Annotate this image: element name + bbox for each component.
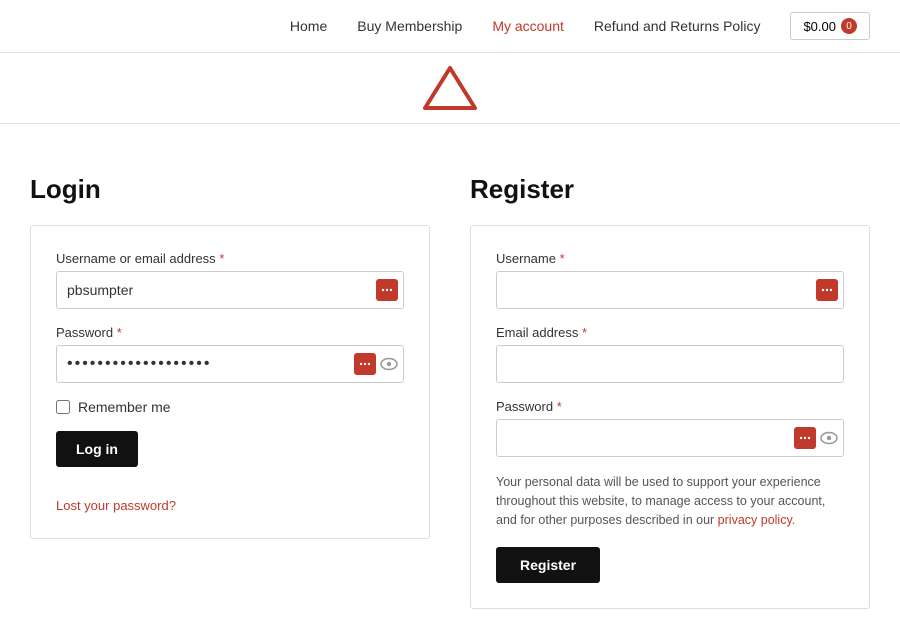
remember-row: Remember me <box>56 399 404 415</box>
reg-email-input-wrapper <box>496 345 844 383</box>
reg-email-label: Email address * <box>496 325 844 340</box>
password-extra-icon[interactable] <box>354 353 376 375</box>
register-section: Register Username * Em <box>470 174 870 609</box>
register-form-box: Username * Email address * <box>470 225 870 609</box>
remember-label[interactable]: Remember me <box>78 399 171 415</box>
reg-username-input-wrapper <box>496 271 844 309</box>
login-form-box: Username or email address * Password * <box>30 225 430 539</box>
login-title: Login <box>30 174 430 205</box>
reg-password-toggle-visibility[interactable] <box>820 431 838 445</box>
reg-username-input[interactable] <box>496 271 844 309</box>
main-content: Login Username or email address * <box>0 154 900 629</box>
reg-username-icons <box>816 279 838 301</box>
up-arrow-icon <box>420 63 480 118</box>
password-input-wrapper <box>56 345 404 383</box>
forgot-password-link[interactable]: Lost your password? <box>56 498 176 513</box>
password-group: Password * <box>56 325 404 383</box>
privacy-text: Your personal data will be used to suppo… <box>496 473 844 529</box>
header: Home Buy Membership My account Refund an… <box>0 0 900 53</box>
arrow-section <box>0 53 900 123</box>
register-title: Register <box>470 174 870 205</box>
login-section: Login Username or email address * <box>30 174 430 609</box>
username-icons <box>376 279 398 301</box>
nav-my-account[interactable]: My account <box>492 18 564 34</box>
nav-refund-policy[interactable]: Refund and Returns Policy <box>594 18 761 34</box>
reg-email-input[interactable] <box>496 345 844 383</box>
nav-home[interactable]: Home <box>290 18 327 34</box>
username-input[interactable] <box>56 271 404 309</box>
cart-amount: $0.00 <box>803 19 836 34</box>
nav-links: Home Buy Membership My account Refund an… <box>290 18 761 34</box>
reg-password-input-wrapper <box>496 419 844 457</box>
reg-password-extra-icon[interactable] <box>794 427 816 449</box>
reg-email-group: Email address * <box>496 325 844 383</box>
cart-button[interactable]: $0.00 0 <box>790 12 870 40</box>
reg-username-extra-icon[interactable] <box>816 279 838 301</box>
reg-username-group: Username * <box>496 251 844 309</box>
nav-buy-membership[interactable]: Buy Membership <box>357 18 462 34</box>
password-toggle-visibility[interactable] <box>380 357 398 371</box>
password-label: Password * <box>56 325 404 340</box>
password-input[interactable] <box>56 345 404 383</box>
reg-password-input[interactable] <box>496 419 844 457</box>
login-button[interactable]: Log in <box>56 431 138 467</box>
username-extra-icon[interactable] <box>376 279 398 301</box>
username-input-wrapper <box>56 271 404 309</box>
reg-password-required: * <box>557 399 562 414</box>
password-icons <box>354 353 398 375</box>
reg-email-required: * <box>582 325 587 340</box>
reg-password-label: Password * <box>496 399 844 414</box>
remember-checkbox[interactable] <box>56 400 70 414</box>
register-button[interactable]: Register <box>496 547 600 583</box>
reg-password-icons <box>794 427 838 449</box>
username-label: Username or email address * <box>56 251 404 266</box>
cart-badge: 0 <box>841 18 857 34</box>
username-required: * <box>219 251 224 266</box>
reg-username-label: Username * <box>496 251 844 266</box>
privacy-policy-link[interactable]: privacy policy. <box>718 513 796 527</box>
reg-username-required: * <box>560 251 565 266</box>
password-required: * <box>117 325 122 340</box>
reg-password-group: Password * <box>496 399 844 457</box>
divider <box>0 123 900 124</box>
username-group: Username or email address * <box>56 251 404 309</box>
